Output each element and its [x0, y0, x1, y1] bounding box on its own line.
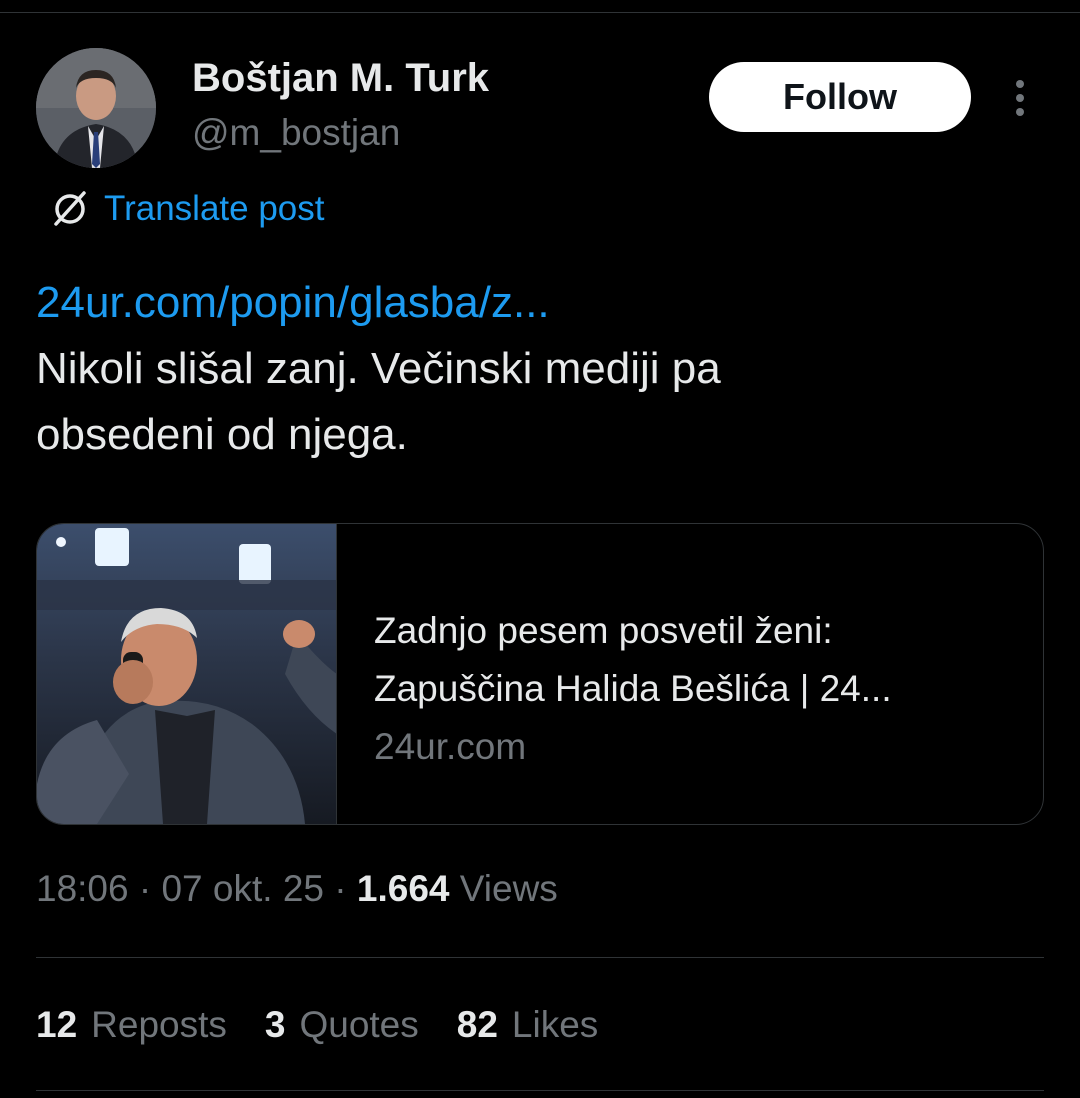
link-card-text: Zadnjo pesem posvetil ženi: Zapuščina Ha… [374, 602, 1014, 776]
post-text: 24ur.com/popin/glasba/z... Nikoli slišal… [36, 270, 1036, 468]
views-count: 1.664 [356, 868, 450, 909]
reposts-label: Reposts [91, 1004, 227, 1045]
quotes-stat[interactable]: 3 Quotes [265, 1004, 419, 1046]
author-handle[interactable]: @m_bostjan [192, 112, 400, 154]
meta-separator: · [138, 868, 152, 909]
link-card-domain: 24ur.com [374, 726, 527, 767]
more-vertical-icon[interactable] [1006, 78, 1034, 118]
author-avatar[interactable] [36, 48, 156, 168]
link-card-title-line: Zapuščina Halida Bešlića | 24... [374, 668, 892, 709]
post-time[interactable]: 18:06 [36, 868, 129, 909]
singer-on-stage-photo [37, 524, 336, 824]
top-divider [0, 12, 1080, 13]
follow-button[interactable]: Follow [709, 62, 971, 132]
quotes-count: 3 [264, 1004, 286, 1045]
link-card-title-line: Zadnjo pesem posvetil ženi: [374, 610, 833, 651]
translate-post-button[interactable]: Translate post [48, 187, 324, 231]
author-display-name[interactable]: Boštjan M. Turk [192, 56, 489, 101]
translate-post-label: Translate post [104, 189, 325, 228]
post-link[interactable]: 24ur.com/popin/glasba/z... [36, 270, 1036, 336]
post-meta: 18:06 · 07 okt. 25 · 1.664 Views [36, 868, 558, 910]
post-text-line: obsedeni od njega. [36, 410, 408, 459]
bottom-divider [36, 1090, 1044, 1091]
link-card-thumbnail [37, 524, 337, 824]
likes-label: Likes [511, 1004, 599, 1045]
stats-divider [36, 957, 1044, 958]
post-date[interactable]: 07 okt. 25 [161, 868, 324, 909]
avatar-photo [36, 48, 156, 168]
meta-separator: · [334, 868, 347, 909]
views-label: Views [459, 868, 558, 909]
post-text-line: Nikoli slišal zanj. Večinski mediji pa [36, 344, 721, 393]
quotes-label: Quotes [299, 1004, 419, 1045]
reposts-count: 12 [36, 1004, 78, 1045]
link-preview-card[interactable]: Zadnjo pesem posvetil ženi: Zapuščina Ha… [36, 523, 1044, 825]
reposts-stat[interactable]: 12 Reposts [36, 1004, 227, 1046]
engagement-stats: 12 Reposts 3 Quotes 82 Likes [36, 1004, 636, 1046]
likes-count: 82 [456, 1004, 498, 1045]
likes-stat[interactable]: 82 Likes [457, 1004, 599, 1046]
translate-globe-icon [54, 191, 86, 226]
